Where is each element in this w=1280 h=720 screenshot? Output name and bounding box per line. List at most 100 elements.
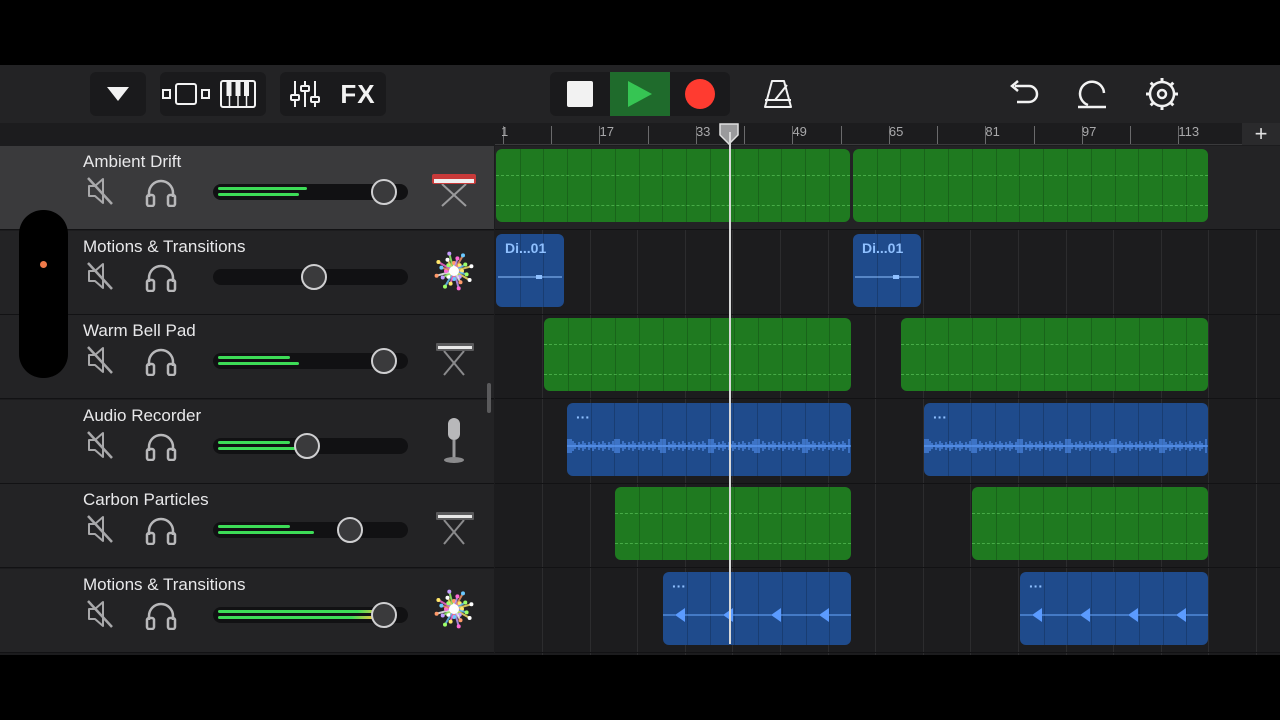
ruler-tick — [937, 126, 939, 144]
track-header[interactable]: Motions & Transitions — [0, 230, 494, 315]
note-line — [615, 543, 851, 544]
headphones-icon[interactable] — [145, 515, 177, 546]
track-header[interactable]: Motions & Transitions — [0, 568, 494, 653]
sparkle-burst-icon[interactable] — [430, 585, 478, 633]
region-segment — [639, 149, 640, 222]
track-header[interactable]: Ambient Drift — [0, 146, 494, 230]
region-segment — [924, 149, 925, 222]
loop-browser-button[interactable] — [1070, 72, 1114, 116]
mute-icon[interactable] — [86, 430, 114, 460]
region-segment — [758, 487, 759, 560]
headphones-icon[interactable] — [145, 177, 177, 208]
volume-knob[interactable] — [337, 517, 364, 543]
track-header[interactable]: Warm Bell Pad — [0, 315, 494, 399]
region-segment — [1186, 149, 1187, 222]
region-segment — [758, 318, 759, 391]
ruler-tick — [744, 126, 746, 144]
record-button[interactable] — [670, 72, 730, 116]
piano-keys-icon — [220, 80, 256, 108]
headphones-icon[interactable] — [145, 431, 177, 461]
audio-region[interactable]: Di...01 — [496, 233, 564, 307]
drum-pattern — [498, 274, 562, 279]
mute-icon[interactable] — [86, 176, 114, 206]
midi-region[interactable] — [901, 318, 1208, 391]
control-bar: FX — [0, 65, 1280, 123]
audio-region[interactable]: ··· — [924, 402, 1208, 476]
region-label: ··· — [672, 577, 686, 594]
keyboard-stand-icon[interactable] — [430, 331, 478, 379]
drum-pattern — [855, 274, 919, 279]
region-segment — [710, 318, 711, 391]
mute-icon[interactable] — [86, 345, 114, 375]
audio-region[interactable]: ··· — [1020, 571, 1208, 645]
volume-slider[interactable] — [213, 517, 408, 543]
region-segment — [1019, 149, 1020, 222]
volume-slider[interactable] — [213, 432, 408, 459]
ruler-label: 81 — [985, 124, 1000, 139]
region-segment — [996, 318, 997, 391]
region-segment — [639, 487, 640, 560]
region-segment — [1138, 149, 1139, 222]
headphones-icon[interactable] — [145, 262, 177, 292]
region-segment — [829, 149, 830, 222]
keyboard-stand-icon[interactable] — [430, 500, 478, 548]
fx-button[interactable]: FX — [330, 72, 386, 116]
headphones-icon[interactable] — [145, 600, 177, 630]
note-line — [496, 205, 850, 206]
mixer-button[interactable] — [280, 72, 330, 116]
volume-slider[interactable] — [213, 263, 408, 290]
midi-region[interactable] — [972, 487, 1208, 560]
keyboard-button[interactable] — [212, 72, 264, 116]
tracks-view-button[interactable] — [160, 72, 212, 116]
region-segment — [1067, 318, 1068, 391]
level-meter — [218, 525, 290, 528]
track-header[interactable]: Audio Recorder — [0, 399, 494, 484]
volume-slider[interactable] — [213, 179, 408, 205]
region-segment — [758, 149, 759, 222]
metronome-button[interactable] — [756, 72, 800, 116]
headphones-icon[interactable] — [145, 346, 177, 377]
playhead[interactable] — [729, 132, 731, 644]
synth-keyboard-icon[interactable] — [430, 162, 478, 210]
mute-icon[interactable] — [86, 514, 114, 544]
garageband-window: FX 1 17 33 49 65 81 97 113 + Ambient Dri… — [0, 65, 1280, 655]
audio-region[interactable]: ··· — [567, 402, 851, 476]
midi-region[interactable] — [853, 149, 1208, 222]
undo-button[interactable] — [1001, 72, 1045, 116]
ruler-tick — [647, 126, 649, 144]
midi-region[interactable] — [615, 487, 851, 560]
volume-knob[interactable] — [301, 263, 328, 290]
audio-region[interactable]: ··· — [663, 571, 851, 645]
volume-slider[interactable] — [213, 348, 408, 374]
midi-region[interactable] — [496, 149, 850, 222]
level-meter — [218, 193, 300, 196]
note-line — [496, 175, 850, 176]
microphone-icon[interactable] — [430, 416, 478, 464]
bar-ruler[interactable]: 1 17 33 49 65 81 97 113 — [495, 123, 1280, 145]
midi-region[interactable] — [544, 318, 851, 391]
sparkle-burst-icon[interactable] — [430, 247, 478, 295]
side-scroll-indicator[interactable] — [19, 210, 68, 378]
play-button[interactable] — [610, 72, 670, 116]
volume-knob[interactable] — [371, 179, 398, 205]
mute-icon[interactable] — [86, 261, 114, 291]
header-resize-handle[interactable] — [487, 383, 491, 413]
audio-region[interactable]: Di...01 — [853, 233, 921, 307]
tracks-area[interactable]: Di...01 Di...01 ··· ··· ··· ··· — [495, 146, 1280, 655]
volume-knob[interactable] — [371, 348, 398, 374]
mute-icon[interactable] — [86, 599, 114, 629]
add-section-button[interactable]: + — [1242, 123, 1280, 145]
region-segment — [662, 487, 663, 560]
volume-slider[interactable] — [213, 601, 408, 628]
volume-knob[interactable] — [293, 432, 320, 459]
waveform — [567, 438, 851, 453]
stop-button[interactable] — [550, 72, 610, 116]
browser-menu-button[interactable] — [90, 72, 146, 116]
waveform — [1020, 607, 1208, 622]
loop-icon — [1078, 80, 1106, 109]
note-line — [615, 513, 851, 514]
settings-button[interactable] — [1140, 72, 1184, 116]
track-header[interactable]: Carbon Particles — [0, 484, 494, 568]
volume-knob[interactable] — [371, 601, 398, 628]
region-segment — [972, 318, 973, 391]
